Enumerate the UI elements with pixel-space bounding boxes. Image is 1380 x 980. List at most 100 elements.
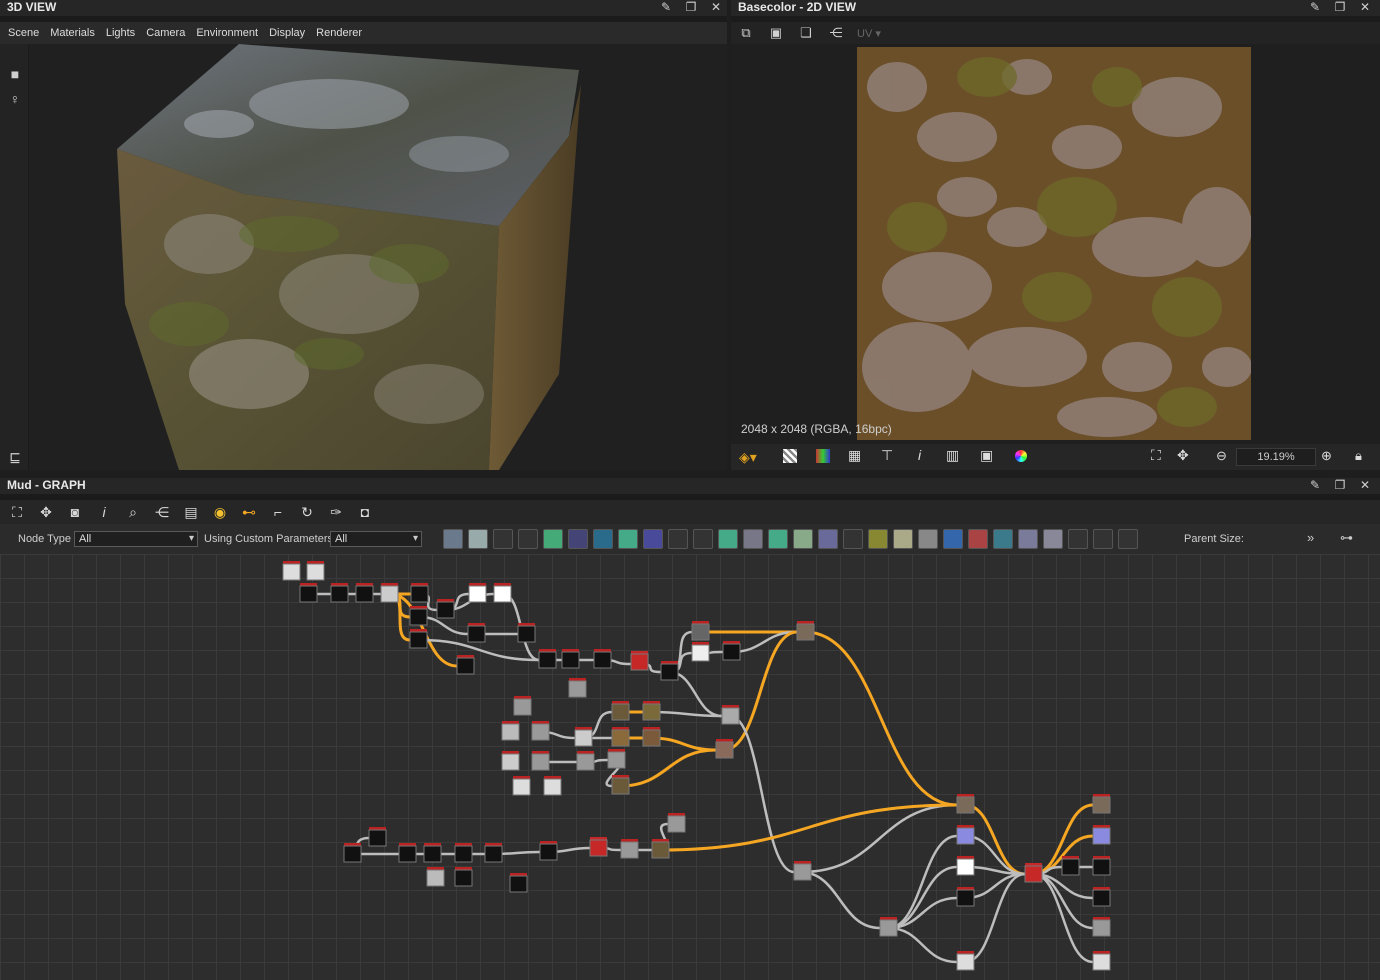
graph-node[interactable] — [484, 843, 503, 863]
graph-node[interactable] — [1092, 887, 1111, 907]
graph-node[interactable] — [380, 583, 399, 603]
graph-node[interactable] — [561, 649, 580, 669]
graph-node[interactable] — [509, 873, 528, 893]
graph-node[interactable] — [343, 843, 362, 863]
graph-node[interactable] — [721, 705, 740, 725]
maximize-icon[interactable]: ❐ — [1332, 0, 1348, 16]
expand-icon[interactable]: » — [1307, 530, 1314, 545]
graph-node[interactable] — [1061, 856, 1080, 876]
select-node-icon[interactable] — [943, 529, 963, 549]
color-node-icon[interactable] — [818, 529, 838, 549]
graph-node[interactable] — [1092, 794, 1111, 814]
blur-node-icon[interactable] — [743, 529, 763, 549]
graph-node[interactable] — [517, 623, 536, 643]
graph-node[interactable] — [611, 727, 630, 747]
tile-node-icon[interactable] — [993, 529, 1013, 549]
graph-node[interactable] — [409, 629, 428, 649]
graph-node[interactable] — [642, 701, 661, 721]
graph-node[interactable] — [501, 721, 520, 741]
custom-params-select[interactable]: All — [330, 531, 422, 547]
graph-node[interactable] — [956, 951, 975, 971]
graph-node[interactable] — [576, 751, 595, 771]
wrench-icon[interactable]: ✑ — [325, 503, 347, 521]
node-type-select[interactable]: All — [74, 531, 198, 547]
graph-node[interactable] — [423, 843, 442, 863]
output-node-icon[interactable] — [1043, 529, 1063, 549]
layout-icon[interactable]: ▤ — [180, 503, 202, 521]
graph-node[interactable] — [642, 727, 661, 747]
layers-icon[interactable]: ◈▾ — [739, 449, 757, 466]
text-node-icon[interactable] — [918, 529, 938, 549]
shuffle-node-icon[interactable] — [518, 529, 538, 549]
close-icon[interactable]: ✕ — [708, 0, 724, 16]
graph-node[interactable] — [409, 606, 428, 626]
graph-node[interactable] — [531, 751, 550, 771]
menu-display[interactable]: Display — [269, 27, 305, 39]
pin-icon[interactable]: ✎ — [658, 0, 674, 16]
graph-node[interactable] — [956, 794, 975, 814]
view3d-viewport[interactable] — [29, 44, 727, 470]
image-node-icon[interactable] — [443, 529, 463, 549]
share-node-icon[interactable] — [1093, 529, 1113, 549]
graph-node[interactable] — [355, 583, 374, 603]
close-icon[interactable]: ✕ — [1357, 0, 1373, 16]
graph-node[interactable] — [879, 917, 898, 937]
close-icon[interactable]: ✕ — [1357, 478, 1373, 494]
grid-icon[interactable]: ▦ — [848, 447, 861, 464]
graph-node[interactable] — [512, 776, 531, 796]
graph-node[interactable] — [330, 583, 349, 603]
frame-selected-icon[interactable]: ✥ — [35, 503, 57, 521]
zoom-in-icon[interactable]: ⊕ — [1321, 448, 1332, 464]
pan-icon[interactable]: ✥ — [1177, 447, 1189, 464]
export-icon[interactable]: ⧉ — [737, 25, 755, 41]
layers-icon[interactable]: ⊑ — [7, 449, 23, 465]
graph-node[interactable] — [630, 651, 649, 671]
save-icon[interactable]: ▣ — [767, 25, 785, 41]
graph-node[interactable] — [454, 843, 473, 863]
menu-environment[interactable]: Environment — [196, 27, 258, 39]
graph-node[interactable] — [722, 641, 741, 661]
warp-node-icon[interactable] — [718, 529, 738, 549]
menu-scene[interactable]: Scene — [8, 27, 39, 39]
graph-node[interactable] — [398, 843, 417, 863]
fit-icon[interactable]: ⛶ — [1151, 447, 1161, 464]
maximize-icon[interactable]: ❐ — [683, 0, 699, 16]
shape-node-icon[interactable] — [643, 529, 663, 549]
color-wheel-icon[interactable] — [1015, 450, 1027, 462]
graph-node[interactable] — [611, 701, 630, 721]
graph-node[interactable] — [299, 583, 318, 603]
refresh-icon[interactable]: ↻ — [296, 503, 318, 521]
graph-node[interactable] — [956, 856, 975, 876]
graph-node[interactable] — [468, 583, 487, 603]
graph-node[interactable] — [539, 841, 558, 861]
pin-icon[interactable]: ✎ — [1307, 478, 1323, 494]
graph-node[interactable] — [531, 721, 550, 741]
graph-node[interactable] — [589, 837, 608, 857]
pixel-node-icon[interactable] — [693, 529, 713, 549]
info-icon[interactable]: i — [93, 503, 115, 521]
graph-node[interactable] — [426, 867, 445, 887]
gradient-node-icon[interactable] — [568, 529, 588, 549]
zoom-out-icon[interactable]: ⊖ — [1216, 448, 1227, 464]
graph-node[interactable] — [1092, 951, 1111, 971]
graph-canvas[interactable] — [0, 554, 1380, 980]
display-icon[interactable]: ▣ — [980, 447, 993, 464]
triangle-node-icon[interactable] — [893, 529, 913, 549]
tiling-icon[interactable]: ⊤ — [881, 447, 893, 464]
graph-node[interactable] — [436, 599, 455, 619]
channels-icon[interactable] — [816, 449, 830, 463]
blend-node-icon[interactable] — [468, 529, 488, 549]
view2d-canvas[interactable]: 2048 x 2048 (RGBA, 16bpc) — [731, 44, 1380, 444]
graph-node[interactable] — [620, 839, 639, 859]
link-icon[interactable]: ⊷ — [238, 503, 260, 521]
graph-node[interactable] — [1092, 856, 1111, 876]
curve-node-icon[interactable] — [543, 529, 563, 549]
curve-node2-icon[interactable] — [868, 529, 888, 549]
graph-node[interactable] — [715, 739, 734, 759]
graph-node[interactable] — [1092, 917, 1111, 937]
graph-node[interactable] — [306, 561, 325, 581]
graph-node[interactable] — [607, 749, 626, 769]
graph-node[interactable] — [667, 813, 686, 833]
levels-node-icon[interactable] — [618, 529, 638, 549]
graph-node[interactable] — [467, 623, 486, 643]
